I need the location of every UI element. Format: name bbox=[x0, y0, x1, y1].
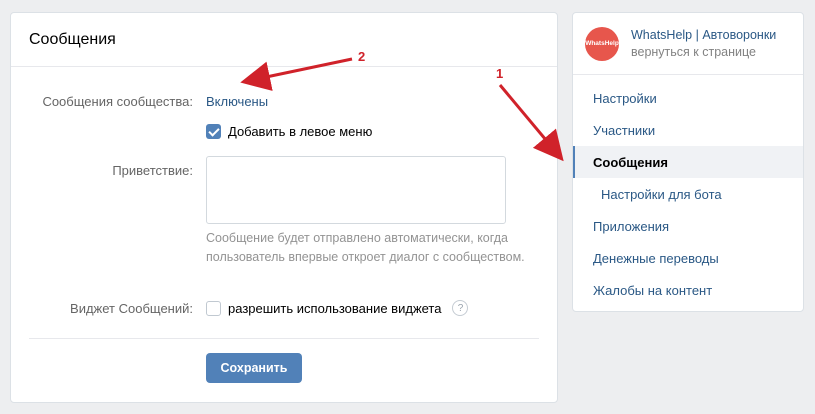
community-menu-card: WhatsHelp WhatsHelp | Автоворонки вернут… bbox=[572, 12, 804, 312]
messages-settings-card: Сообщения Сообщения сообщества: Включены… bbox=[10, 12, 558, 403]
menu-item-money-transfers[interactable]: Денежные переводы bbox=[573, 242, 803, 274]
whatshelp-logo[interactable]: WhatsHelp bbox=[585, 26, 619, 61]
question-icon[interactable]: ? bbox=[452, 300, 469, 316]
group-header[interactable]: WhatsHelp WhatsHelp | Автоворонки вернут… bbox=[573, 13, 803, 75]
menu-item-settings[interactable]: Настройки bbox=[573, 82, 803, 114]
card-header: Сообщения bbox=[11, 13, 557, 67]
menu-item-bot-settings[interactable]: Настройки для бота bbox=[573, 178, 803, 210]
add-left-menu-label: Добавить в левое меню bbox=[228, 124, 373, 139]
checkbox-checked-icon[interactable] bbox=[206, 124, 221, 139]
menu-item-apps[interactable]: Приложения bbox=[573, 210, 803, 242]
settings-menu: Настройки Участники Сообщения Настройки … bbox=[573, 75, 803, 306]
checkbox-unchecked-icon[interactable] bbox=[206, 300, 221, 316]
menu-item-content-reports[interactable]: Жалобы на контент bbox=[573, 274, 803, 306]
greeting-label: Приветствие: bbox=[112, 163, 193, 178]
add-left-menu-checkbox-row[interactable]: Добавить в левое меню bbox=[206, 124, 372, 139]
group-name-link[interactable]: WhatsHelp | Автоворонки bbox=[631, 28, 791, 42]
greeting-textarea[interactable] bbox=[206, 156, 506, 224]
widget-label: Виджет Сообщений: bbox=[70, 301, 193, 316]
community-messages-label: Сообщения сообщества: bbox=[42, 94, 193, 109]
community-messages-toggle-link[interactable]: Включены bbox=[206, 94, 268, 109]
menu-item-members[interactable]: Участники bbox=[573, 114, 803, 146]
save-button[interactable]: Сохранить bbox=[206, 353, 302, 383]
menu-item-messages[interactable]: Сообщения bbox=[573, 146, 803, 178]
page-title: Сообщения bbox=[29, 30, 116, 48]
greeting-hint: Сообщение будет отправлено автоматически… bbox=[206, 231, 525, 264]
widget-checkbox-label: разрешить использование виджета bbox=[228, 300, 442, 316]
divider bbox=[29, 338, 539, 339]
back-to-page-link[interactable]: вернуться к странице bbox=[631, 45, 791, 59]
widget-checkbox-row[interactable]: разрешить использование виджета ? bbox=[206, 300, 469, 316]
